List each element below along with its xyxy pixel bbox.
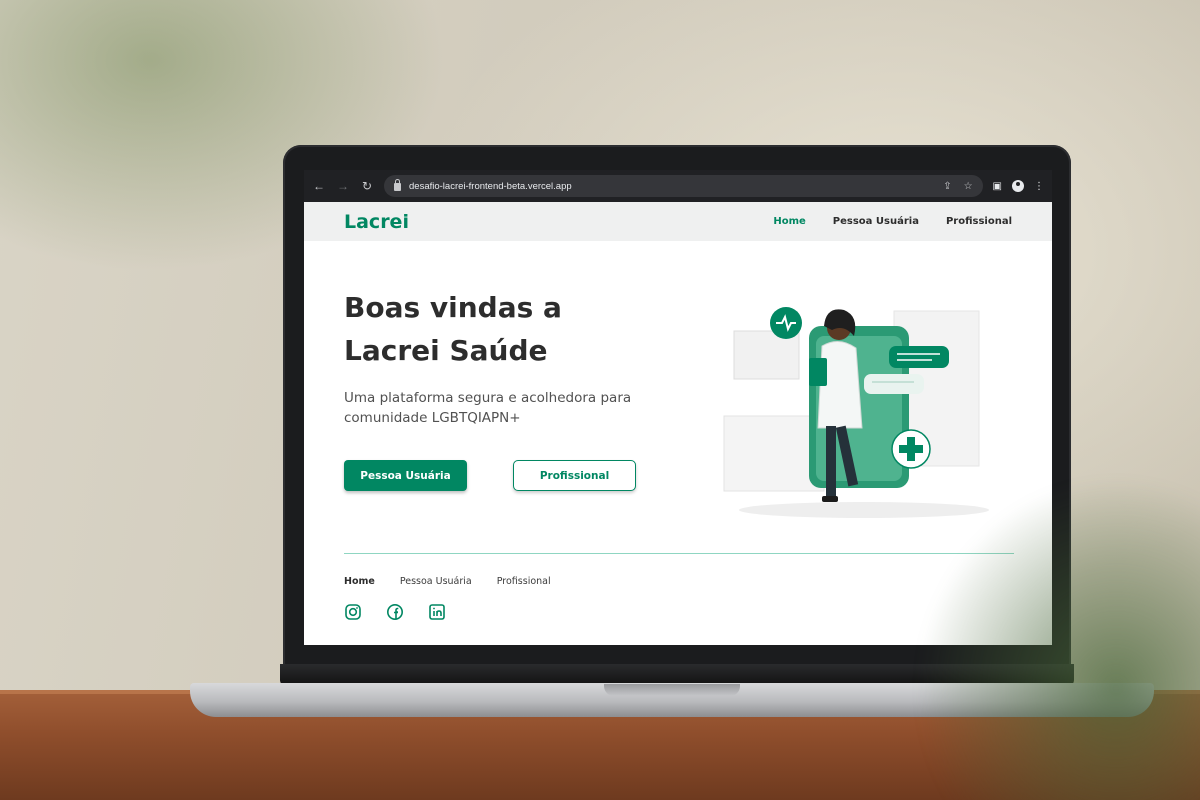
url-text: desafio-lacrei-frontend-beta.vercel.app [409,180,572,192]
footer-nav-pessoa-usuaria[interactable]: Pessoa Usuária [400,576,472,587]
address-bar-actions: ⇪ ☆ [943,181,972,192]
footer-nav: Home Pessoa Usuária Profissional [344,576,551,587]
address-bar[interactable]: desafio-lacrei-frontend-beta.vercel.app … [384,175,983,197]
social-links [344,603,446,621]
lock-icon [394,179,401,191]
chat-bubble-green [889,346,949,368]
plant-decoration [900,460,1200,800]
hero-title: Boas vindas a Lacrei Saúde [344,291,562,367]
pessoa-usuaria-button[interactable]: Pessoa Usuária [344,460,467,491]
laptop-notch [604,684,740,696]
linkedin-icon[interactable] [428,603,446,621]
star-icon[interactable]: ☆ [964,181,973,192]
profissional-button[interactable]: Profissional [513,460,636,491]
main-nav: Home Pessoa Usuária Profissional [773,216,1012,227]
menu-icon[interactable]: ⋮ [1034,181,1044,192]
nav-home[interactable]: Home [773,216,805,227]
facebook-icon[interactable] [386,603,404,621]
side-panel-icon[interactable]: ▣ [993,181,1002,192]
chat-bubble-light [864,374,924,394]
browser-toolbar: ← → ↻ desafio-lacrei-frontend-beta.verce… [304,170,1052,202]
forward-icon[interactable]: → [336,179,350,193]
share-icon[interactable]: ⇪ [943,181,951,192]
profile-icon[interactable] [1012,180,1024,192]
hero-subtitle: Uma plataforma segura e acolhedora para … [344,390,632,426]
plus-horizontal [899,445,923,453]
site-header: Lacrei Home Pessoa Usuária Profissional [304,202,1052,241]
nav-pessoa-usuaria[interactable]: Pessoa Usuária [833,216,919,227]
nav-profissional[interactable]: Profissional [946,216,1012,227]
doctor-clipboard [809,358,827,386]
doctor-shoe [822,496,838,502]
logo[interactable]: Lacrei [344,211,409,233]
reload-icon[interactable]: ↻ [360,179,374,193]
doctor-leg-left [826,426,836,498]
instagram-icon[interactable] [344,603,362,621]
footer-nav-home[interactable]: Home [344,576,375,587]
footer-nav-profissional[interactable]: Profissional [497,576,551,587]
browser-actions: ▣ ⋮ [993,180,1044,192]
back-icon[interactable]: ← [312,179,326,193]
